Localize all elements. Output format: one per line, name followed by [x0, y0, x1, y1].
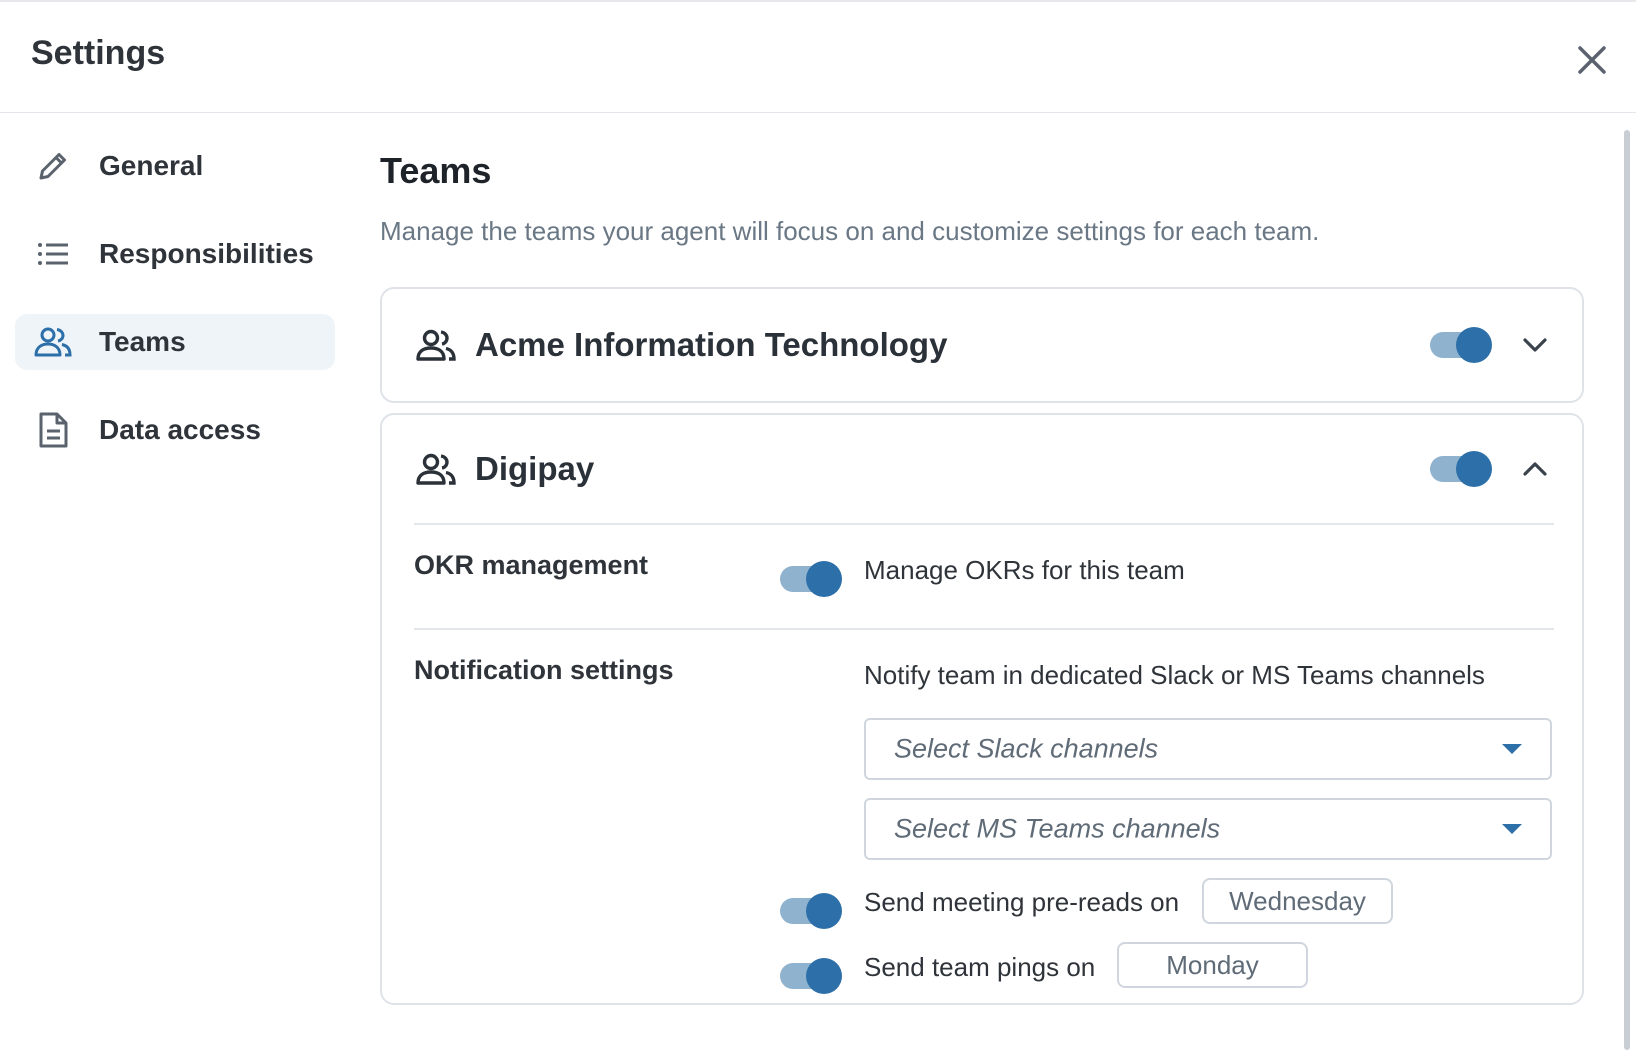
team-card-acme: Acme Information Technology	[380, 287, 1584, 403]
settings-title: Settings	[31, 34, 166, 72]
toggle-knob	[1456, 327, 1492, 363]
ping-toggle[interactable]	[780, 958, 842, 994]
chevron-up-icon[interactable]	[1518, 452, 1552, 486]
preread-day-select[interactable]: Wednesday	[1202, 878, 1393, 924]
msteams-channels-select[interactable]: Select MS Teams channels	[864, 798, 1552, 860]
close-button[interactable]	[1570, 38, 1614, 82]
settings-header: Settings	[0, 0, 1636, 113]
settings-sidebar: General Responsibilities Teams Data acce…	[15, 130, 335, 490]
caret-down-icon	[1502, 824, 1522, 834]
document-icon	[33, 410, 73, 450]
page-description: Manage the teams your agent will focus o…	[380, 216, 1320, 246]
preread-toggle[interactable]	[780, 893, 842, 929]
channels-text: Notify team in dedicated Slack or MS Tea…	[864, 660, 1485, 690]
okr-management-label: OKR management	[414, 550, 649, 580]
team-card-header[interactable]: Acme Information Technology	[382, 289, 1582, 401]
scrollbar[interactable]	[1624, 130, 1630, 1050]
toggle-knob	[806, 561, 842, 597]
teams-panel: Teams Manage the teams your agent will f…	[380, 150, 1584, 1005]
team-name: Digipay	[475, 450, 595, 487]
sidebar-item-label: Teams	[99, 326, 186, 357]
toggle-knob	[806, 893, 842, 929]
list-icon	[33, 234, 73, 274]
people-icon	[416, 329, 456, 361]
slack-channels-select[interactable]: Select Slack channels	[864, 718, 1552, 780]
sidebar-item-responsibilities[interactable]: Responsibilities	[15, 226, 335, 282]
okr-toggle[interactable]	[780, 561, 842, 597]
team-enabled-toggle[interactable]	[1430, 451, 1492, 487]
section-divider	[414, 628, 1554, 630]
close-icon	[1578, 46, 1606, 74]
ping-day-select[interactable]: Monday	[1117, 942, 1308, 988]
sidebar-item-label: Responsibilities	[99, 238, 314, 269]
section-divider	[414, 523, 1554, 525]
toggle-knob	[1456, 451, 1492, 487]
caret-down-icon	[1502, 744, 1522, 754]
chevron-down-icon[interactable]	[1518, 328, 1552, 362]
toggle-knob	[806, 958, 842, 994]
msteams-channels-placeholder: Select MS Teams channels	[894, 813, 1221, 844]
sidebar-item-teams[interactable]: Teams	[15, 314, 335, 370]
page-title: Teams	[380, 150, 492, 191]
team-card-digipay: Digipay OKR management Manage OKRs for t…	[380, 413, 1584, 1005]
pencil-icon	[33, 146, 73, 186]
okr-toggle-text: Manage OKRs for this team	[864, 555, 1185, 585]
team-name: Acme Information Technology	[475, 326, 948, 363]
slack-channels-placeholder: Select Slack channels	[894, 733, 1159, 764]
people-icon	[416, 453, 456, 485]
sidebar-item-data-access[interactable]: Data access	[15, 402, 335, 458]
notification-settings-label: Notification settings	[414, 655, 674, 685]
team-enabled-toggle[interactable]	[1430, 327, 1492, 363]
sidebar-item-label: General	[99, 150, 204, 181]
sidebar-item-general[interactable]: General	[15, 138, 335, 194]
team-card-header[interactable]: Digipay	[382, 415, 1582, 523]
people-icon	[33, 322, 73, 362]
preread-text: Send meeting pre-reads on	[864, 887, 1180, 917]
ping-text: Send team pings on	[864, 952, 1096, 982]
sidebar-item-label: Data access	[99, 414, 261, 445]
